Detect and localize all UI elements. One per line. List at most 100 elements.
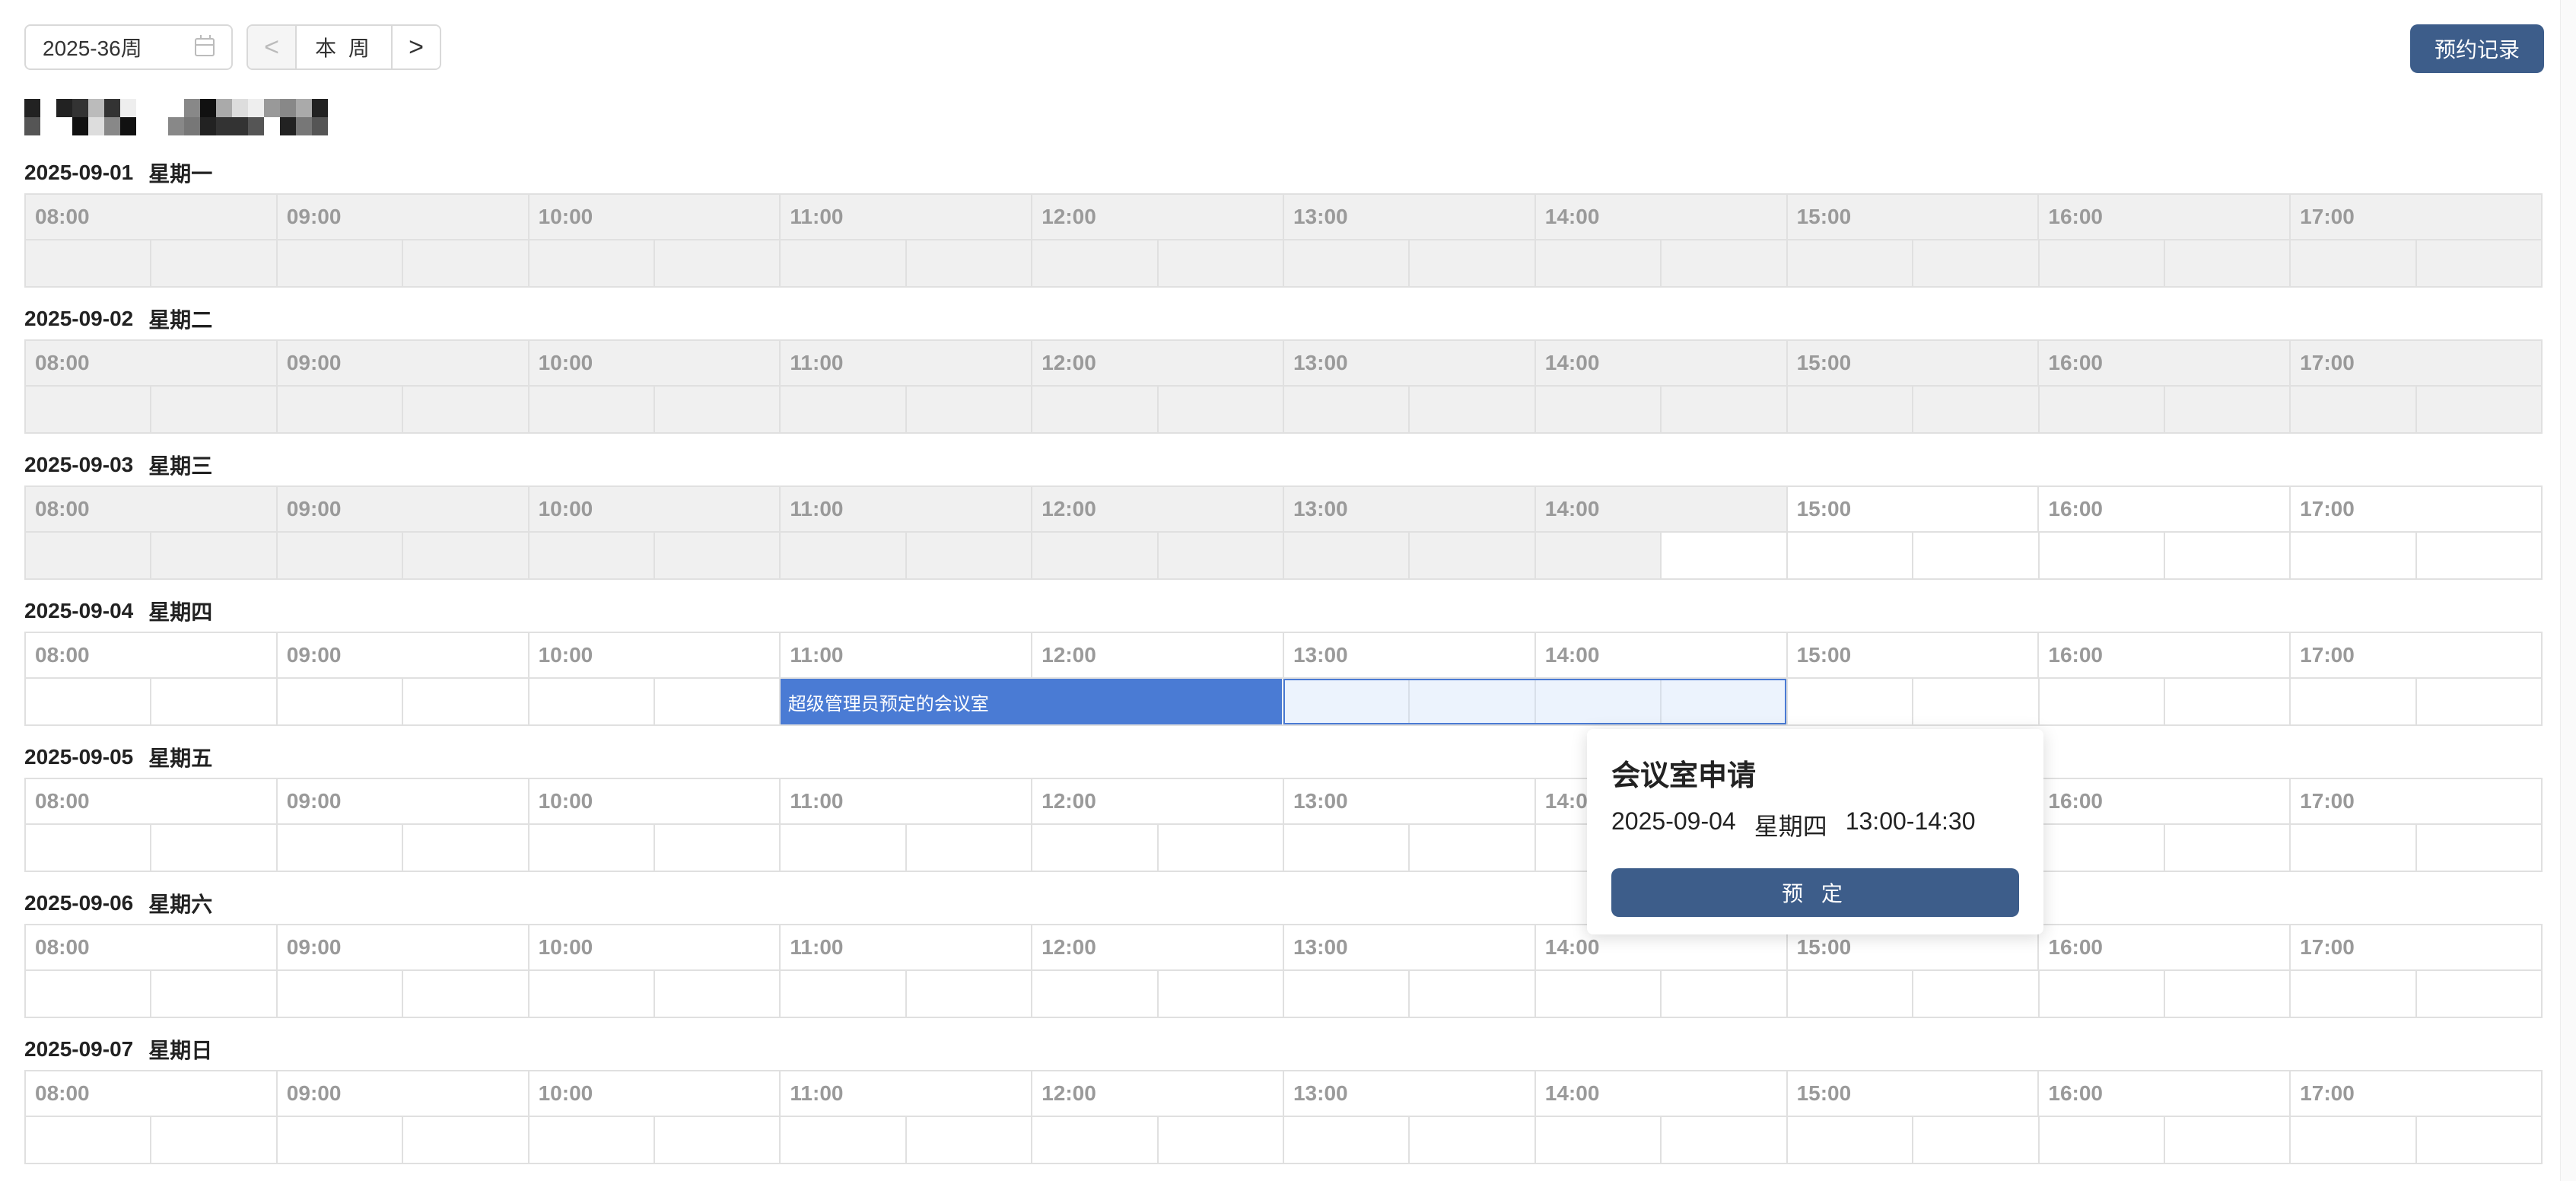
booking-records-button[interactable]: 预约记录 (2410, 24, 2544, 73)
time-slot[interactable] (2417, 971, 2541, 1017)
vertical-scrollbar[interactable] (2560, 0, 2576, 1181)
mosaic-column (136, 99, 152, 135)
time-slot[interactable] (26, 971, 152, 1017)
time-slot[interactable] (278, 679, 404, 724)
mosaic-pixel (264, 117, 280, 135)
existing-booking[interactable]: 超级管理员预定的会议室 (780, 679, 1282, 724)
time-slot[interactable] (26, 679, 152, 724)
time-slot[interactable] (278, 825, 404, 871)
time-slot[interactable] (655, 971, 781, 1017)
time-slot[interactable] (1032, 1117, 1159, 1163)
time-slot[interactable] (781, 971, 907, 1017)
time-slot[interactable] (1284, 1117, 1410, 1163)
time-slot[interactable] (1788, 971, 1914, 1017)
time-slot[interactable] (1913, 679, 2040, 724)
time-slot (529, 240, 656, 286)
mosaic-pixel (40, 99, 56, 117)
this-week-button[interactable]: 本 周 (297, 26, 391, 68)
time-slot[interactable] (2040, 1117, 2165, 1163)
mosaic-pixel (168, 99, 184, 117)
hour-label: 11:00 (781, 341, 1033, 385)
time-slot[interactable] (1913, 533, 2040, 578)
time-slot[interactable] (2291, 679, 2417, 724)
day-list: 2025-09-01 星期一 08:00 09:00 10:00 11:00 12:00 13… (24, 152, 2544, 1175)
day-weekday: 星期三 (148, 454, 213, 478)
time-slot[interactable] (655, 825, 781, 871)
time-slot[interactable] (26, 1117, 152, 1163)
mosaic-column (152, 99, 168, 135)
time-slot[interactable] (2417, 1117, 2541, 1163)
time-slot[interactable] (907, 971, 1033, 1017)
time-slot[interactable] (907, 825, 1033, 871)
time-slot[interactable] (2040, 971, 2165, 1017)
time-slot[interactable] (1284, 971, 1410, 1017)
next-week-button[interactable]: > (391, 26, 440, 68)
time-slot[interactable] (1536, 971, 1662, 1017)
time-slot[interactable] (2291, 1117, 2417, 1163)
time-slot[interactable] (2417, 533, 2541, 578)
time-slot[interactable] (2040, 533, 2165, 578)
time-slot[interactable] (781, 825, 907, 871)
time-slot[interactable] (1410, 1117, 1536, 1163)
reserve-button[interactable]: 预 定 (1611, 868, 2019, 917)
time-slot[interactable] (781, 1117, 907, 1163)
time-slot[interactable] (151, 1117, 278, 1163)
hour-label: 15:00 (1788, 487, 2040, 531)
day-weekday: 星期一 (148, 162, 213, 186)
time-slot[interactable] (278, 971, 404, 1017)
time-slot[interactable] (530, 679, 656, 724)
time-slot[interactable] (1788, 1117, 1914, 1163)
hour-label: 16:00 (2039, 195, 2291, 239)
time-slot[interactable] (2040, 825, 2165, 871)
time-slot[interactable] (1536, 1117, 1662, 1163)
time-slot[interactable] (1913, 971, 2040, 1017)
time-slot[interactable] (26, 825, 152, 871)
time-slot[interactable] (1284, 825, 1410, 871)
time-slot[interactable] (1410, 825, 1536, 871)
time-slot[interactable] (403, 971, 530, 1017)
time-slot[interactable] (655, 679, 781, 724)
time-slot[interactable] (2417, 825, 2541, 871)
hour-label: 14:00 (1536, 633, 1788, 677)
time-slot[interactable] (2291, 533, 2417, 578)
time-slot[interactable] (2165, 1117, 2291, 1163)
time-slot[interactable] (2165, 825, 2291, 871)
time-slot[interactable] (1159, 1117, 1285, 1163)
time-slot[interactable] (2165, 533, 2291, 578)
time-slot[interactable] (530, 971, 656, 1017)
slot-row (26, 387, 2542, 432)
time-slot[interactable] (1662, 1117, 1788, 1163)
time-slot[interactable] (1032, 971, 1159, 1017)
time-slot[interactable] (1159, 825, 1285, 871)
week-picker[interactable]: 2025-36周 (24, 24, 233, 70)
time-slot[interactable] (1032, 825, 1159, 871)
time-slot[interactable] (151, 971, 278, 1017)
time-slot[interactable] (2417, 679, 2541, 724)
time-slot[interactable] (278, 1117, 404, 1163)
time-slot[interactable] (151, 679, 278, 724)
time-slot[interactable] (1662, 971, 1788, 1017)
hour-label: 17:00 (2300, 1081, 2355, 1105)
time-slot[interactable] (1788, 533, 1914, 578)
time-slot[interactable] (530, 825, 656, 871)
time-slot[interactable] (530, 1117, 656, 1163)
time-slot[interactable] (1159, 971, 1285, 1017)
time-slot[interactable] (2291, 825, 2417, 871)
time-slot[interactable] (1662, 533, 1788, 578)
time-slot[interactable] (2291, 971, 2417, 1017)
selected-time-range[interactable] (1283, 679, 1787, 724)
time-slot[interactable] (655, 1117, 781, 1163)
time-slot[interactable] (2040, 679, 2165, 724)
time-slot[interactable] (403, 825, 530, 871)
time-slot[interactable] (2165, 679, 2291, 724)
time-slot[interactable] (403, 679, 530, 724)
time-slot[interactable] (1788, 679, 1914, 724)
prev-week-button[interactable]: < (248, 26, 297, 68)
mosaic-pixel (296, 117, 312, 135)
time-slot[interactable] (1410, 971, 1536, 1017)
time-slot[interactable] (1913, 1117, 2040, 1163)
time-slot[interactable] (403, 1117, 530, 1163)
time-slot[interactable] (907, 1117, 1033, 1163)
time-slot[interactable] (151, 825, 278, 871)
time-slot[interactable] (2165, 971, 2291, 1017)
